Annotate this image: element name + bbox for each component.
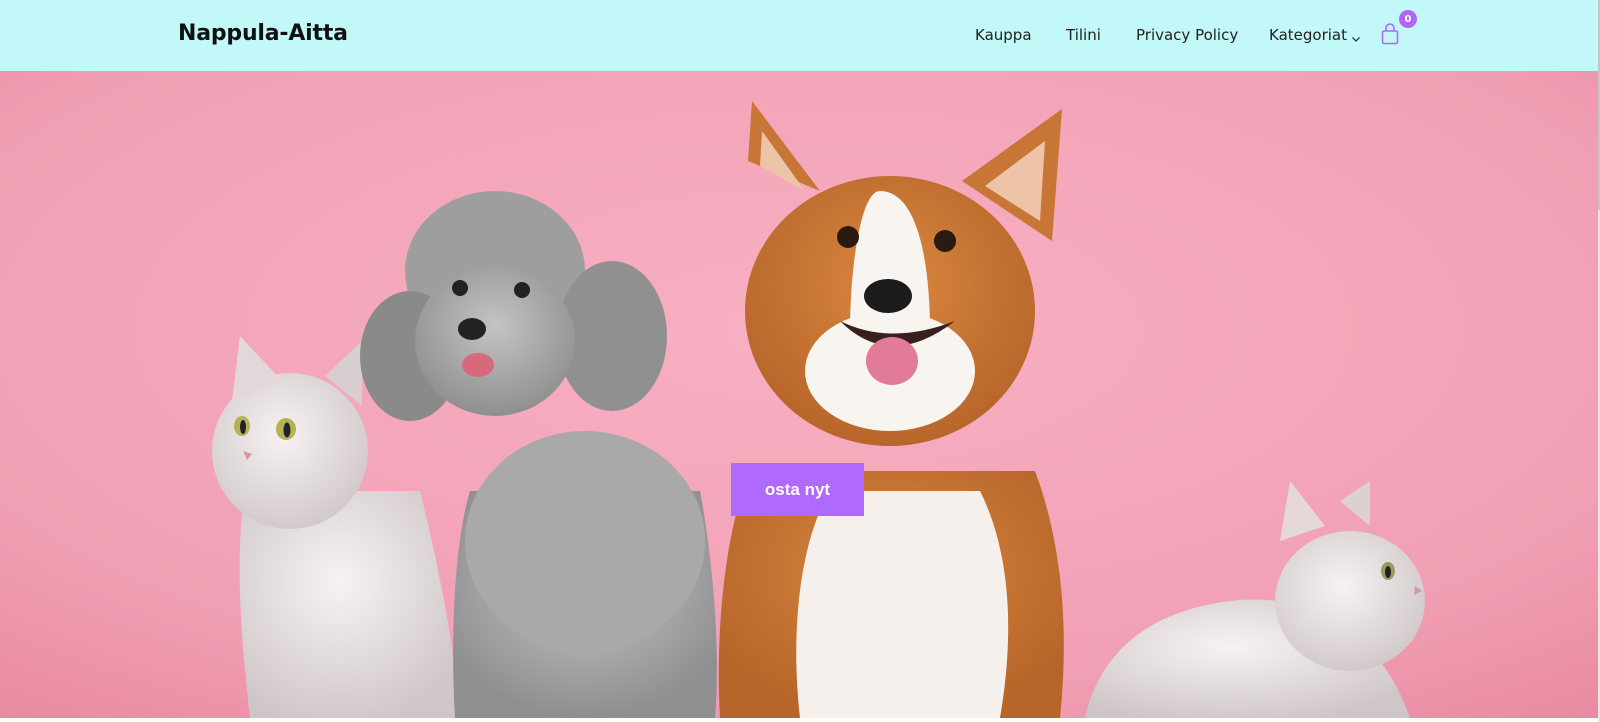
cart-count-badge: 0 xyxy=(1399,10,1417,28)
chevron-down-icon xyxy=(1351,30,1361,42)
nav-item-kauppa[interactable]: Kauppa xyxy=(975,26,1032,44)
nav-item-tilini[interactable]: Tilini xyxy=(1066,26,1101,44)
nav-item-privacy-policy[interactable]: Privacy Policy xyxy=(1136,26,1238,44)
page-bottom-band xyxy=(0,718,1598,722)
nav-item-kategoriat[interactable]: Kategoriat xyxy=(1269,26,1361,44)
site-logo[interactable]: Nappula-Aitta xyxy=(178,21,348,46)
nav-item-kategoriat-label: Kategoriat xyxy=(1269,26,1347,44)
hero-banner: osta nyt xyxy=(0,71,1598,718)
pets-photo xyxy=(0,71,1598,718)
buy-now-button[interactable]: osta nyt xyxy=(731,463,864,516)
shopping-bag-icon[interactable] xyxy=(1381,23,1399,45)
site-header: Nappula-Aitta Kauppa Tilini Privacy Poli… xyxy=(0,0,1598,71)
